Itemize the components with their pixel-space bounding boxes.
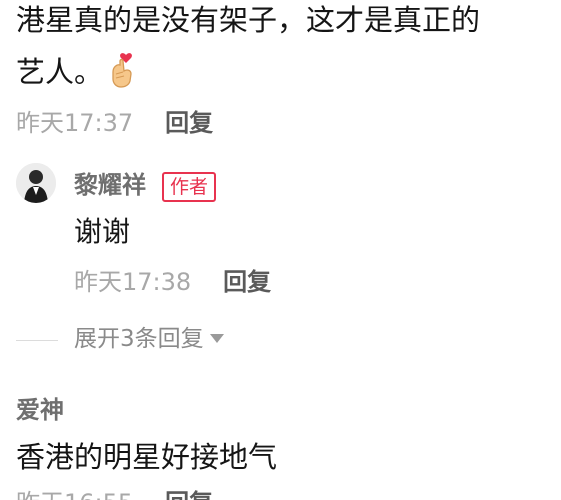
comment-meta: 昨天17:37 回复	[16, 108, 213, 138]
comment-meta: 昨天16:55 回复	[16, 488, 213, 500]
reply-text: 谢谢	[74, 215, 131, 248]
expand-replies-label: 展开3条回复	[74, 326, 204, 352]
reply-meta: 昨天17:38 回复	[74, 267, 271, 297]
divider	[16, 340, 58, 341]
reply-button[interactable]: 回复	[165, 489, 213, 500]
chevron-down-icon	[209, 334, 224, 343]
comment-thread: 港星真的是没有架子，这才是真正的 艺人。 昨天17:37 回复 黎耀祥 作者 谢谢…	[0, 0, 561, 500]
comment-text-line: 艺人。	[16, 52, 137, 92]
username[interactable]: 爱神	[16, 395, 64, 425]
reply-button[interactable]: 回复	[165, 109, 213, 137]
author-badge: 作者	[162, 172, 217, 202]
comment-text: 香港的明星好接地气	[16, 440, 278, 474]
finger-heart-icon	[107, 52, 137, 88]
expand-replies-button[interactable]: 展开3条回复	[74, 324, 224, 354]
comment-time: 昨天17:37	[16, 109, 134, 137]
comment-text-end: 艺人。	[16, 55, 104, 89]
username[interactable]: 黎耀祥	[74, 170, 146, 200]
comment-time: 昨天16:55	[16, 489, 133, 500]
reply-time: 昨天17:38	[74, 268, 192, 296]
comment-text-line: 港星真的是没有架子，这才是真正的	[16, 3, 481, 37]
avatar[interactable]	[16, 163, 56, 203]
reply-button[interactable]: 回复	[223, 268, 271, 296]
